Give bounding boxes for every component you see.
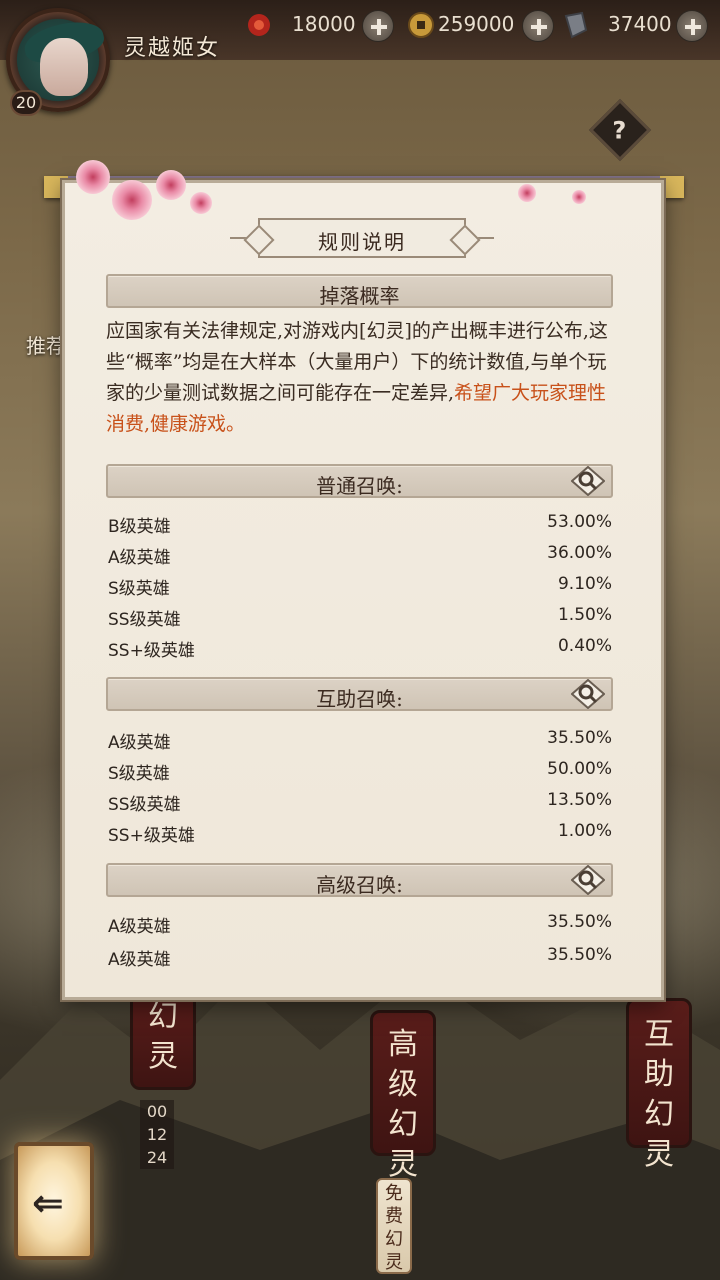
rate-value: 9.10%: [557, 574, 612, 594]
panel-title-plate: 规则说明: [258, 218, 466, 258]
rate-value: 0.40%: [557, 636, 612, 656]
rate-row: A级英雄 35.50%: [108, 726, 612, 753]
rate-label: B级英雄: [108, 517, 171, 537]
jade-value: 18000: [292, 12, 356, 36]
crystal-icon: [564, 11, 588, 39]
blossom-icon: [76, 160, 110, 194]
resource-coin: 259000: [406, 10, 556, 42]
rate-label: A级英雄: [108, 950, 171, 970]
rate-row: SS+级英雄 1.00%: [108, 819, 612, 846]
magnifier-icon[interactable]: [571, 865, 605, 895]
free-summon-tag[interactable]: 免费幻灵: [376, 1178, 412, 1274]
rate-value: 35.50%: [547, 728, 612, 748]
add-crystal-button[interactable]: [676, 10, 708, 42]
magnifier-icon[interactable]: [571, 679, 605, 709]
recommend-tag: 推荐: [26, 334, 66, 358]
drop-rate-header: 掉落概率: [106, 274, 613, 308]
rate-row: A级英雄 35.50%: [108, 910, 612, 937]
coin-icon: [408, 12, 434, 38]
rate-value: 50.00%: [547, 759, 612, 779]
back-button[interactable]: ⇐: [14, 1142, 94, 1260]
rate-label: S级英雄: [108, 579, 170, 599]
blossom-icon: [190, 192, 212, 214]
rate-value: 36.00%: [547, 543, 612, 563]
rate-row: A级英雄 36.00%: [108, 541, 612, 568]
section-header-advanced[interactable]: 高级召唤:: [106, 863, 613, 897]
resource-jade: 18000: [244, 10, 394, 42]
summon-scroll-left[interactable]: 幻灵: [130, 990, 196, 1090]
rate-label: SS+级英雄: [108, 641, 195, 661]
petal-icon: [518, 184, 536, 202]
rate-label: A级英雄: [108, 548, 171, 568]
player-name: 灵越姬女: [124, 36, 221, 61]
panel-title: 规则说明: [318, 230, 406, 254]
section-header-mutual[interactable]: 互助召唤:: [106, 677, 613, 711]
crystal-value: 37400: [608, 12, 672, 36]
blossom-icon: [156, 170, 186, 200]
blossom-icon: [112, 180, 152, 220]
back-arrow-icon: ⇐: [32, 1181, 64, 1225]
rate-value: 53.00%: [547, 512, 612, 532]
rate-value: 1.00%: [557, 821, 612, 841]
rate-label: SS级英雄: [108, 610, 181, 630]
level-badge: 20: [10, 90, 42, 116]
section-title-advanced: 高级召唤:: [316, 873, 403, 897]
rate-label: SS级英雄: [108, 795, 181, 815]
rate-label: A级英雄: [108, 733, 171, 753]
petal-icon: [572, 190, 586, 204]
timer-hours: 00: [146, 1102, 168, 1121]
free-summon-label: 免费幻灵: [385, 1183, 403, 1273]
section-title-mutual: 互助召唤:: [316, 687, 403, 711]
coin-value: 259000: [438, 12, 515, 36]
rules-description: 应国家有关法律规定,对游戏内[幻灵]的产出概丰进行公布,这些“概率”均是在大样本…: [106, 316, 616, 440]
advanced-summon-label: 高级幻灵: [388, 1027, 418, 1182]
rate-row: B级英雄 53.00%: [108, 510, 612, 537]
magnifier-icon[interactable]: [571, 466, 605, 496]
rate-row: SS级英雄 1.50%: [108, 603, 612, 630]
question-icon: ?: [612, 116, 627, 145]
rate-row: SS级英雄 13.50%: [108, 788, 612, 815]
rate-label: SS+级英雄: [108, 826, 195, 846]
timer-seconds: 24: [146, 1148, 168, 1167]
advanced-summon-scroll[interactable]: 高级幻灵: [370, 1010, 436, 1182]
countdown-timer: 00 12 24: [140, 1100, 174, 1169]
scroll-left-label: 幻灵: [148, 999, 178, 1074]
rate-row: A级英雄 35.50%: [108, 943, 612, 970]
rate-value: 35.50%: [547, 945, 612, 965]
rate-value: 35.50%: [547, 912, 612, 932]
rate-value: 1.50%: [557, 605, 612, 625]
mutual-summon-scroll[interactable]: 互助幻灵: [626, 998, 692, 1172]
add-coin-button[interactable]: [522, 10, 554, 42]
rate-row: S级英雄 50.00%: [108, 757, 612, 784]
rate-value: 13.50%: [547, 790, 612, 810]
avatar-face: [40, 38, 88, 96]
rate-row: S级英雄 9.10%: [108, 572, 612, 599]
rate-row: SS+级英雄 0.40%: [108, 634, 612, 661]
jade-orb-icon: [248, 14, 270, 36]
section-title-normal: 普通召唤:: [316, 474, 403, 498]
resource-crystal: 37400: [560, 10, 712, 42]
add-jade-button[interactable]: [362, 10, 394, 42]
timer-minutes: 12: [146, 1125, 168, 1144]
drop-rate-title: 掉落概率: [319, 284, 400, 308]
rate-label: S级英雄: [108, 764, 170, 784]
mutual-summon-label: 互助幻灵: [644, 1017, 674, 1172]
section-header-normal[interactable]: 普通召唤:: [106, 464, 613, 498]
rate-label: A级英雄: [108, 917, 171, 937]
